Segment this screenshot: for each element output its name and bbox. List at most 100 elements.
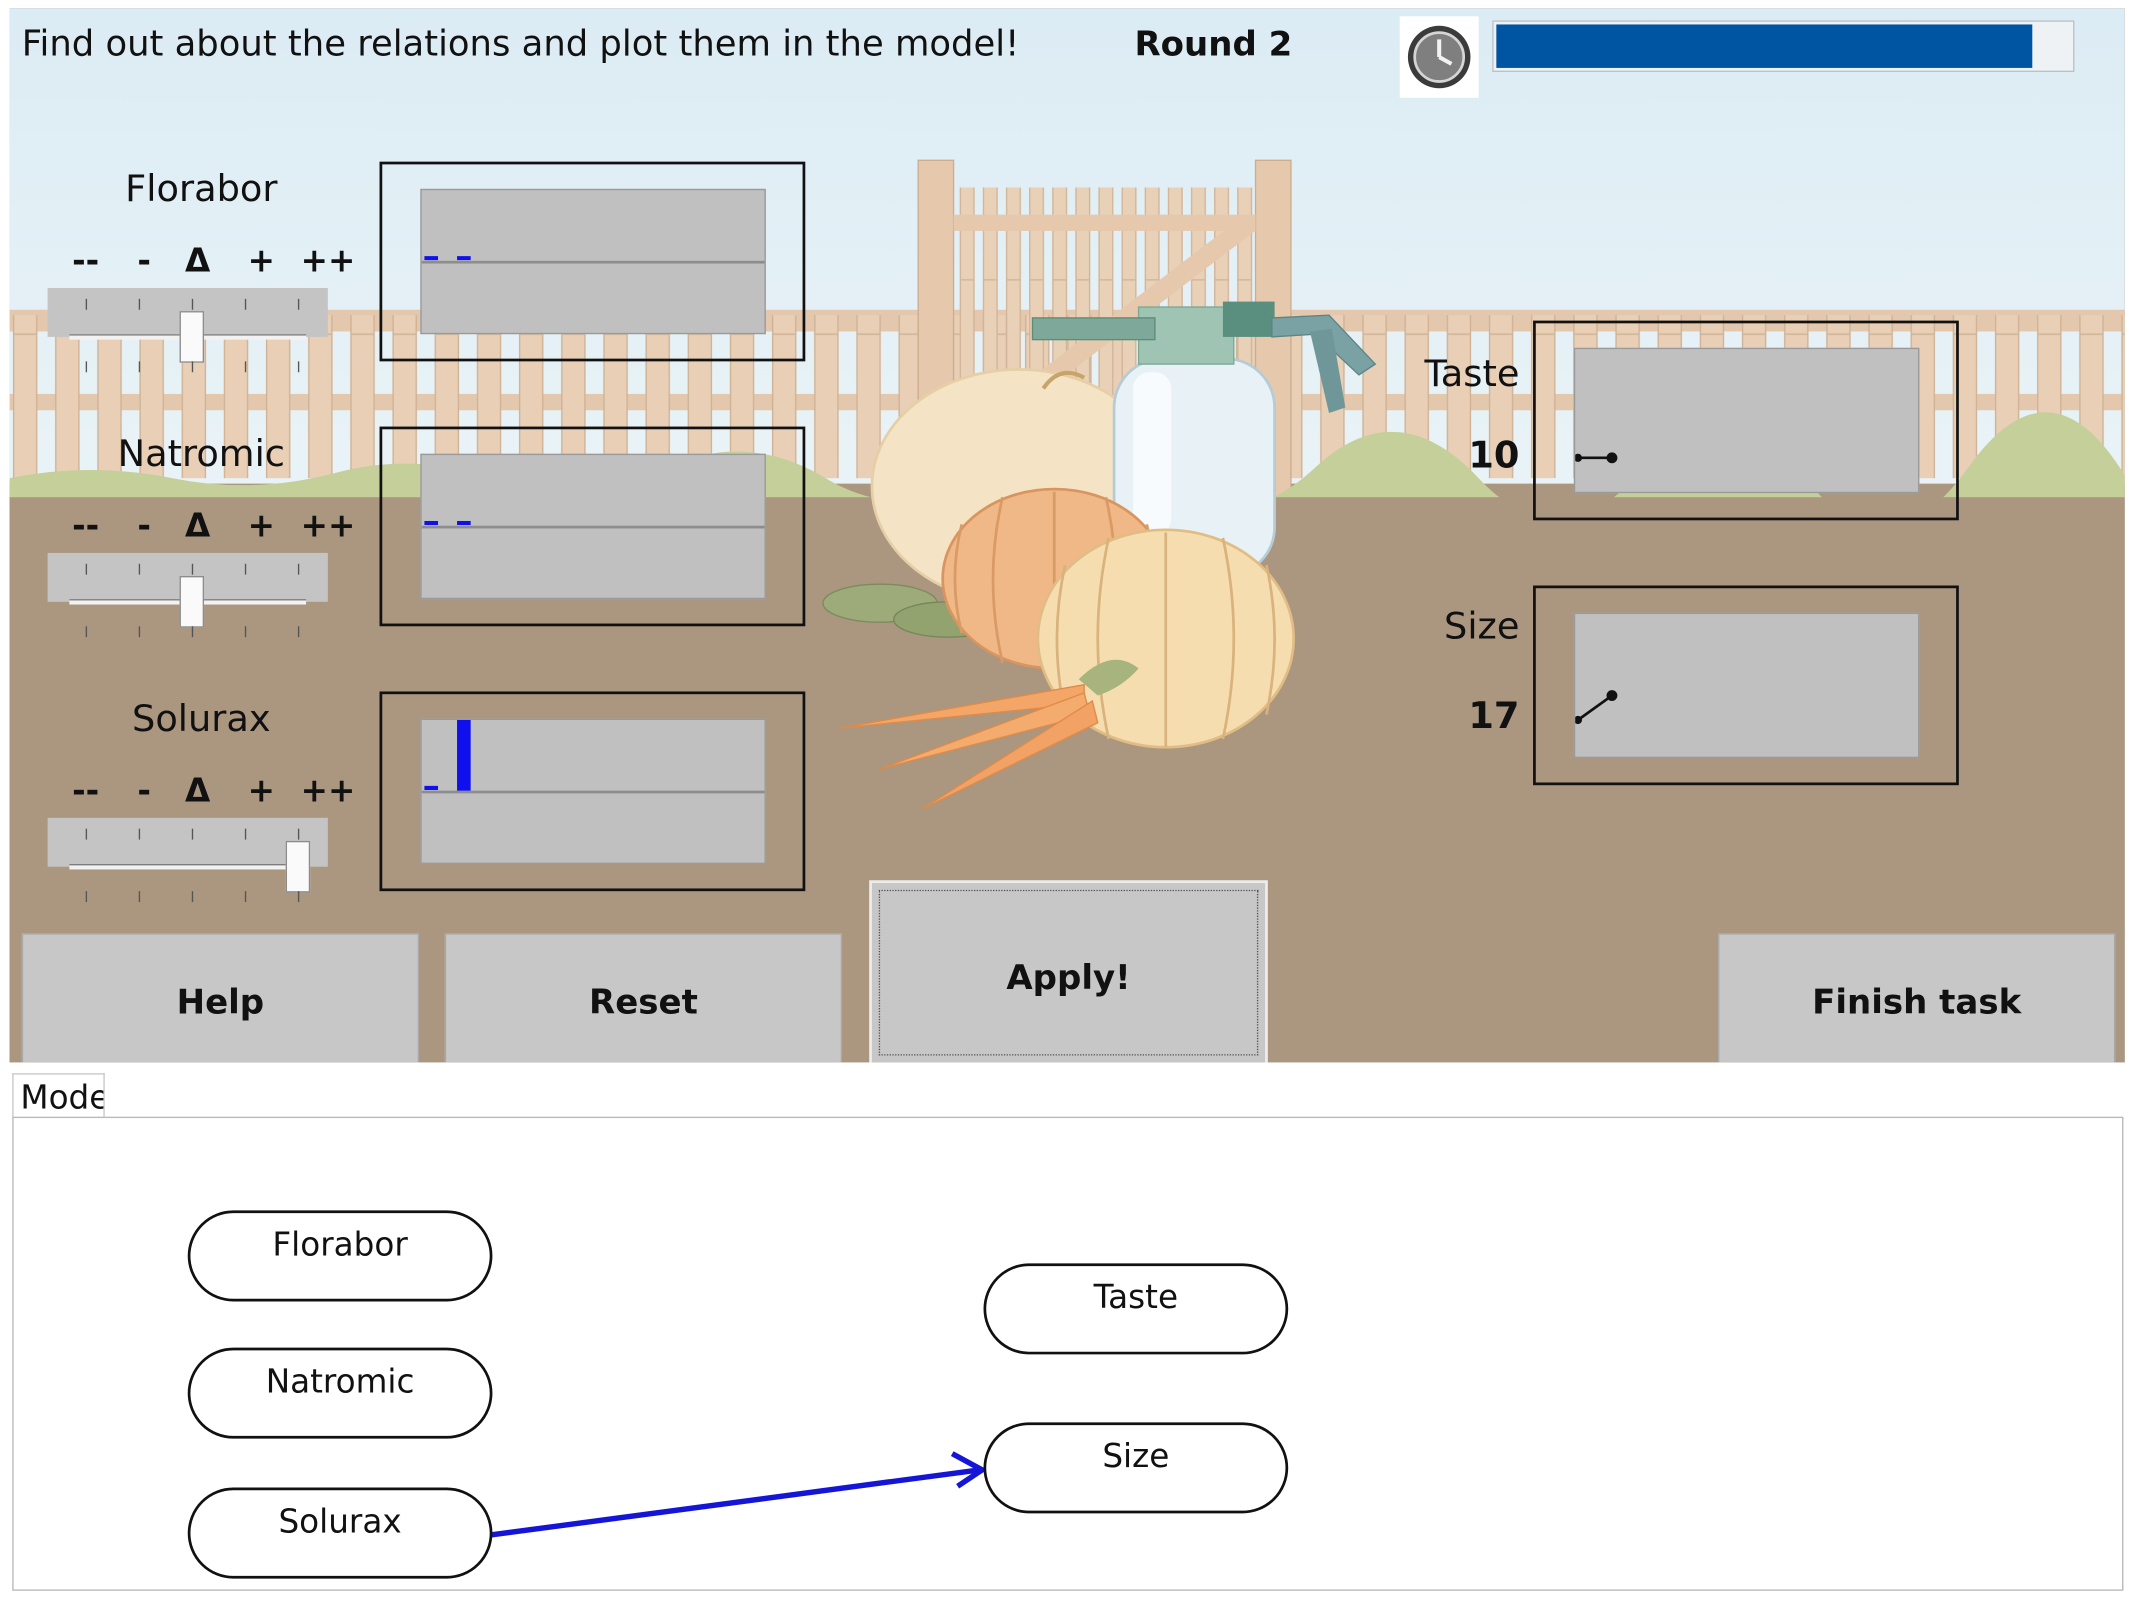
scale-label-neutral: Δ xyxy=(185,241,211,280)
output-label-taste: Taste xyxy=(1424,353,1520,396)
effect-trace xyxy=(424,256,471,261)
slider-tick xyxy=(85,626,88,638)
scale-label-very-high: ++ xyxy=(300,241,356,280)
slider-tick xyxy=(297,361,300,373)
node-label: Natromic xyxy=(265,1362,415,1401)
slider-tick xyxy=(138,626,141,638)
effect-graph-plot xyxy=(420,188,766,335)
output-label-size: Size xyxy=(1444,605,1520,649)
slider-tick xyxy=(244,361,247,373)
apply-button[interactable]: Apply! xyxy=(869,880,1268,1063)
scale-label-low: - xyxy=(137,506,151,545)
reset-button[interactable]: Reset xyxy=(444,933,843,1063)
output-value-size: 17 xyxy=(1468,695,1520,738)
slider-natromic[interactable] xyxy=(47,552,328,638)
scale-label-low: - xyxy=(137,241,151,280)
slider-tick xyxy=(244,828,247,840)
scale-label-high: + xyxy=(247,771,275,810)
slider-tick xyxy=(138,563,141,575)
slider-tick xyxy=(244,298,247,310)
model-node-size[interactable]: Size xyxy=(983,1422,1289,1514)
input-label-florabor: Florabor xyxy=(125,168,278,211)
round-indicator: Round 2 xyxy=(1134,24,1293,64)
slider-tick xyxy=(297,626,300,638)
slider-tick xyxy=(297,563,300,575)
help-button[interactable]: Help xyxy=(21,933,419,1063)
task-instruction: Find out about the relations and plot th… xyxy=(21,24,1020,66)
scale-label-neutral: Δ xyxy=(185,506,211,545)
edge-solurax-size[interactable] xyxy=(489,1467,980,1538)
slider-thumb[interactable] xyxy=(179,576,205,628)
effect-graph-plot xyxy=(420,718,766,865)
experiment-scene: Find out about the relations and plot th… xyxy=(9,8,2125,1063)
output-graph-plot xyxy=(1573,347,1920,494)
effect-trace xyxy=(424,720,471,791)
output-trace xyxy=(1575,452,1618,464)
slider-tick xyxy=(191,891,194,903)
slider-tick xyxy=(85,828,88,840)
slider-tick xyxy=(191,361,194,373)
model-canvas[interactable]: Florabor Natromic Solurax Taste Size xyxy=(12,1116,2124,1591)
slider-tick xyxy=(191,828,194,840)
effect-graph-solurax xyxy=(379,691,806,892)
model-node-natromic[interactable]: Natromic xyxy=(187,1347,493,1439)
apply-button-label: Apply! xyxy=(1006,957,1131,998)
slider-solurax[interactable] xyxy=(47,817,328,903)
effect-graph-natromic xyxy=(379,426,806,627)
output-graph-plot xyxy=(1573,612,1920,759)
model-tab[interactable]: Model xyxy=(12,1073,105,1119)
scale-label-very-low: -- xyxy=(72,771,100,810)
slider-tick xyxy=(244,563,247,575)
slider-tick xyxy=(138,891,141,903)
slider-tick xyxy=(85,563,88,575)
slider-tick xyxy=(85,361,88,373)
scale-label-neutral: Δ xyxy=(185,771,211,810)
slider-tick xyxy=(85,298,88,310)
output-trace xyxy=(1575,690,1618,725)
scale-label-very-low: -- xyxy=(72,241,100,280)
effect-graph-florabor xyxy=(379,161,806,362)
slider-thumb[interactable] xyxy=(285,840,311,893)
input-label-solurax: Solurax xyxy=(132,698,271,741)
slider-thumb[interactable] xyxy=(179,311,205,363)
scale-label-low: - xyxy=(137,771,151,810)
time-progress-fill xyxy=(1496,24,2033,68)
slider-tick xyxy=(297,828,300,840)
finish-task-button-label: Finish task xyxy=(1812,982,2022,1022)
effect-trace xyxy=(424,520,471,526)
output-graph-size xyxy=(1533,585,1959,786)
slider-tick xyxy=(297,298,300,310)
slider-tick xyxy=(244,891,247,903)
model-node-florabor[interactable]: Florabor xyxy=(187,1210,493,1302)
slider-florabor[interactable] xyxy=(47,288,328,373)
finish-task-button[interactable]: Finish task xyxy=(1718,933,2116,1063)
slider-tick xyxy=(85,891,88,903)
scale-label-high: + xyxy=(247,506,275,545)
slider-rail xyxy=(69,864,307,870)
slider-tick xyxy=(138,828,141,840)
effect-graph-plot xyxy=(420,453,766,600)
output-value-taste: 10 xyxy=(1468,434,1520,477)
node-label: Taste xyxy=(1093,1278,1179,1317)
model-tab-label: Model xyxy=(20,1078,103,1117)
clock-icon xyxy=(1399,16,1479,98)
help-button-label: Help xyxy=(176,982,265,1022)
scale-label-very-high: ++ xyxy=(300,506,356,545)
scale-label-very-high: ++ xyxy=(300,771,356,810)
reset-button-label: Reset xyxy=(589,982,698,1022)
slider-tick xyxy=(138,361,141,373)
slider-tick xyxy=(191,626,194,638)
node-label: Florabor xyxy=(272,1225,408,1264)
output-graph-taste xyxy=(1533,320,1959,521)
scale-label-high: + xyxy=(247,241,275,280)
time-progress-bar xyxy=(1492,20,2075,73)
input-label-natromic: Natromic xyxy=(117,433,285,476)
slider-tick xyxy=(297,891,300,903)
slider-tick xyxy=(244,626,247,638)
node-label: Size xyxy=(1102,1437,1170,1476)
model-node-solurax[interactable]: Solurax xyxy=(187,1487,493,1579)
model-node-taste[interactable]: Taste xyxy=(983,1263,1289,1355)
slider-tick xyxy=(138,298,141,310)
slider-tick xyxy=(191,563,194,575)
slider-tick xyxy=(191,298,194,310)
